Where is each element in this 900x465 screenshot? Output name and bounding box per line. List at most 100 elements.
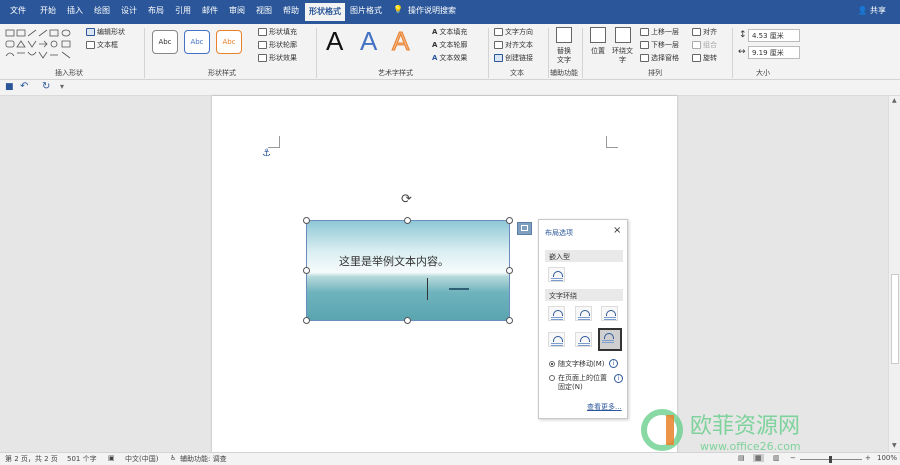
- page-count[interactable]: 第 2 页，共 2 页: [5, 454, 58, 464]
- shape-effects-label: 形状效果: [269, 54, 297, 62]
- create-link-button[interactable]: 创建链接: [494, 53, 533, 63]
- zoom-level[interactable]: 100%: [877, 454, 897, 462]
- resize-handle[interactable]: [506, 317, 513, 324]
- text-effects-button[interactable]: A 文本效果: [432, 53, 467, 63]
- resize-handle[interactable]: [506, 217, 513, 224]
- share-label: 共享: [870, 6, 886, 15]
- rotate-handle-icon[interactable]: ⟳: [401, 192, 412, 207]
- text-fill-button[interactable]: A 文本填充: [432, 27, 467, 37]
- focus-icon[interactable]: ▤: [738, 454, 745, 462]
- edit-shape-button[interactable]: 编辑形状: [86, 27, 125, 37]
- shape-style-preset-3[interactable]: Abc: [216, 30, 242, 54]
- shape-height-field[interactable]: 4.53 厘米: [748, 29, 800, 42]
- shape-width-field[interactable]: 9.19 厘米: [748, 46, 800, 59]
- shape-outline-button[interactable]: 形状轮廓: [258, 40, 297, 50]
- layout-options-button[interactable]: [517, 222, 532, 235]
- info-icon[interactable]: i: [614, 374, 623, 383]
- group-button[interactable]: 组合: [692, 40, 717, 50]
- wrap-top-bottom-option[interactable]: [548, 332, 565, 347]
- text-outline-button[interactable]: A 文本轮廓: [432, 40, 467, 50]
- text-effects-icon: A: [432, 54, 438, 62]
- share-button[interactable]: 👤 共享: [857, 5, 886, 16]
- customize-qat-icon[interactable]: ▾: [60, 82, 64, 91]
- close-icon[interactable]: ×: [613, 225, 621, 236]
- wordart-blue[interactable]: A: [360, 26, 377, 56]
- language-status[interactable]: 中文(中国): [125, 454, 158, 464]
- zoom-out-icon[interactable]: −: [790, 454, 796, 462]
- tab-insert[interactable]: 插入: [67, 5, 83, 16]
- wrap-through-option[interactable]: [601, 306, 618, 321]
- wrap-inline-option[interactable]: [548, 267, 565, 282]
- wrap-behind-text-option[interactable]: [575, 332, 592, 347]
- wordart-orange[interactable]: A: [391, 26, 409, 57]
- anchor-icon: ⚓: [262, 148, 271, 159]
- bring-forward-button[interactable]: 上移一层: [640, 27, 679, 37]
- text-effects-label: 文本效果: [439, 54, 468, 62]
- vertical-scrollbar[interactable]: ▲ ▼: [888, 96, 900, 452]
- wrap-square-option[interactable]: [548, 306, 565, 321]
- scroll-down-icon[interactable]: ▼: [892, 442, 897, 449]
- shape-style-preset-1[interactable]: Abc: [152, 30, 178, 54]
- tab-picture-format[interactable]: 图片格式: [350, 5, 382, 16]
- wrap-text-label-2[interactable]: 字: [619, 55, 626, 65]
- zoom-slider-thumb[interactable]: [829, 456, 832, 463]
- shapes-gallery[interactable]: [4, 28, 76, 62]
- tab-draw[interactable]: 绘图: [94, 5, 110, 16]
- text-direction-button[interactable]: 文字方向: [494, 27, 533, 37]
- search-tell-me[interactable]: 操作说明搜索: [408, 5, 456, 16]
- shape-effects-button[interactable]: 形状效果: [258, 53, 297, 63]
- resize-handle[interactable]: [303, 317, 310, 324]
- link-icon: [494, 54, 503, 62]
- rotate-button[interactable]: 旋转: [692, 53, 717, 63]
- tab-home[interactable]: 开始: [40, 5, 56, 16]
- accessibility-status[interactable]: 辅助功能: 调查: [180, 454, 227, 464]
- tab-file[interactable]: 文件: [10, 5, 26, 16]
- shape-style-preset-2[interactable]: Abc: [184, 30, 210, 54]
- resize-handle[interactable]: [303, 267, 310, 274]
- tab-design[interactable]: 设计: [121, 5, 137, 16]
- selection-pane-button[interactable]: 选择窗格: [640, 53, 679, 63]
- position-button[interactable]: 位置: [591, 46, 605, 56]
- panel-title: 布局选项: [545, 229, 573, 237]
- divider: [732, 28, 733, 78]
- zoom-in-icon[interactable]: +: [865, 454, 871, 462]
- wrap-tight-option[interactable]: [575, 306, 592, 321]
- tab-references[interactable]: 引用: [175, 5, 191, 16]
- tab-layout[interactable]: 布局: [148, 5, 164, 16]
- move-with-text-radio[interactable]: [549, 361, 555, 367]
- divider: [144, 28, 145, 78]
- resize-handle[interactable]: [404, 317, 411, 324]
- redo-icon[interactable]: ↻: [42, 81, 50, 92]
- web-layout-icon[interactable]: ▥: [773, 454, 780, 462]
- alt-text-label-2[interactable]: 文字: [557, 55, 571, 65]
- scroll-thumb[interactable]: [891, 274, 899, 364]
- resize-handle[interactable]: [506, 267, 513, 274]
- text-box-button[interactable]: 文本框: [86, 40, 118, 50]
- fix-position-radio[interactable]: [549, 375, 555, 381]
- tab-review[interactable]: 审阅: [229, 5, 245, 16]
- undo-icon[interactable]: ↶: [20, 81, 28, 92]
- fix-position-label-2: 固定(N): [558, 383, 583, 391]
- scroll-up-icon[interactable]: ▲: [892, 97, 897, 104]
- tab-view[interactable]: 视图: [256, 5, 272, 16]
- resize-handle[interactable]: [404, 217, 411, 224]
- wordart-black[interactable]: A: [326, 26, 343, 56]
- align-text-button[interactable]: 对齐文本: [494, 40, 533, 50]
- see-more-link[interactable]: 查看更多...: [587, 402, 622, 412]
- proofing-icon[interactable]: ▣: [108, 454, 115, 462]
- tab-shape-format[interactable]: 形状格式: [305, 3, 345, 21]
- selected-picture[interactable]: 这里是举例文本内容。: [306, 220, 510, 321]
- print-layout-icon[interactable]: ▦: [753, 454, 764, 462]
- word-count[interactable]: 501 个字: [67, 454, 97, 464]
- info-icon[interactable]: i: [609, 359, 618, 368]
- edit-shape-icon: [86, 28, 95, 36]
- tab-mailings[interactable]: 邮件: [202, 5, 218, 16]
- shape-fill-button[interactable]: 形状填充: [258, 27, 297, 37]
- send-backward-button[interactable]: 下移一层: [640, 40, 679, 50]
- tab-help[interactable]: 帮助: [283, 5, 299, 16]
- align-button[interactable]: 对齐: [692, 27, 717, 37]
- wrap-in-front-option[interactable]: [598, 328, 622, 351]
- save-icon[interactable]: ■: [5, 82, 14, 92]
- quick-access-toolbar: ■ ↶ ↻ ▾: [0, 80, 900, 96]
- resize-handle[interactable]: [303, 217, 310, 224]
